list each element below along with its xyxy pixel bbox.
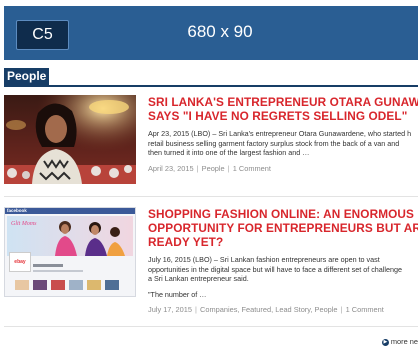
- article-divider: [4, 196, 418, 197]
- facebook-header-bar: facebook: [5, 208, 135, 214]
- category-link[interactable]: People: [202, 164, 225, 173]
- article-2-thumbnail[interactable]: facebook Glit Moms ebay: [4, 207, 136, 297]
- banner-ad[interactable]: C5 680 x 90: [4, 6, 418, 60]
- article-1-body: SRI LANKA'S ENTREPRENEUR OTARA GUNAWARDE…: [148, 95, 418, 173]
- article-2-body: SHOPPING FASHION ONLINE: AN ENORMOUS OPP…: [148, 207, 418, 314]
- article-date: July 17, 2015: [148, 304, 192, 314]
- category-link[interactable]: People: [315, 305, 338, 314]
- article-divider: [4, 326, 418, 327]
- article-1-thumbnail[interactable]: [4, 95, 136, 184]
- svg-text:Glit Moms: Glit Moms: [11, 221, 37, 227]
- portrait-photo: [4, 95, 136, 184]
- banner-size-text: 680 x 90: [187, 22, 253, 41]
- models-photo: Glit Moms: [11, 221, 125, 256]
- article-2: facebook Glit Moms ebay SHOPPING FASHION…: [4, 207, 418, 322]
- category-link[interactable]: Lead Story: [275, 305, 310, 314]
- article-date: April 23, 2015: [148, 163, 194, 173]
- article-2-excerpt: July 16, 2015 (LBO) – Sri Lankan fashion…: [148, 255, 402, 284]
- article-1-meta: April 23, 2015 | People | 1 Comment: [148, 163, 271, 173]
- more-news-link[interactable]: ▶ more ne: [381, 337, 418, 346]
- cover-photo: Glit Moms: [7, 216, 133, 256]
- section-header: People: [4, 68, 418, 87]
- article-2-meta: July 17, 2015 | Companies, Featured, Lea…: [148, 304, 384, 314]
- article-2-headline[interactable]: SHOPPING FASHION ONLINE: AN ENORMOUS OPP…: [148, 207, 418, 249]
- comments-link[interactable]: 1 Comment: [233, 164, 271, 173]
- category-link[interactable]: Featured: [242, 305, 272, 314]
- article-2-quote: "The number of …: [148, 289, 207, 299]
- category-link[interactable]: Companies: [200, 305, 237, 314]
- article-1: SRI LANKA'S ENTREPRENEUR OTARA GUNAWARDE…: [4, 95, 418, 187]
- article-1-headline[interactable]: SRI LANKA'S ENTREPRENEUR OTARA GUNAWARDE…: [148, 95, 418, 123]
- section-title[interactable]: People: [4, 68, 50, 85]
- article-1-excerpt: Apr 23, 2015 (LBO) – Sri Lanka's entrepr…: [148, 129, 412, 158]
- arrow-right-icon: ▶: [381, 338, 389, 346]
- ebay-logo: ebay: [9, 252, 31, 272]
- comments-link[interactable]: 1 Comment: [346, 305, 384, 314]
